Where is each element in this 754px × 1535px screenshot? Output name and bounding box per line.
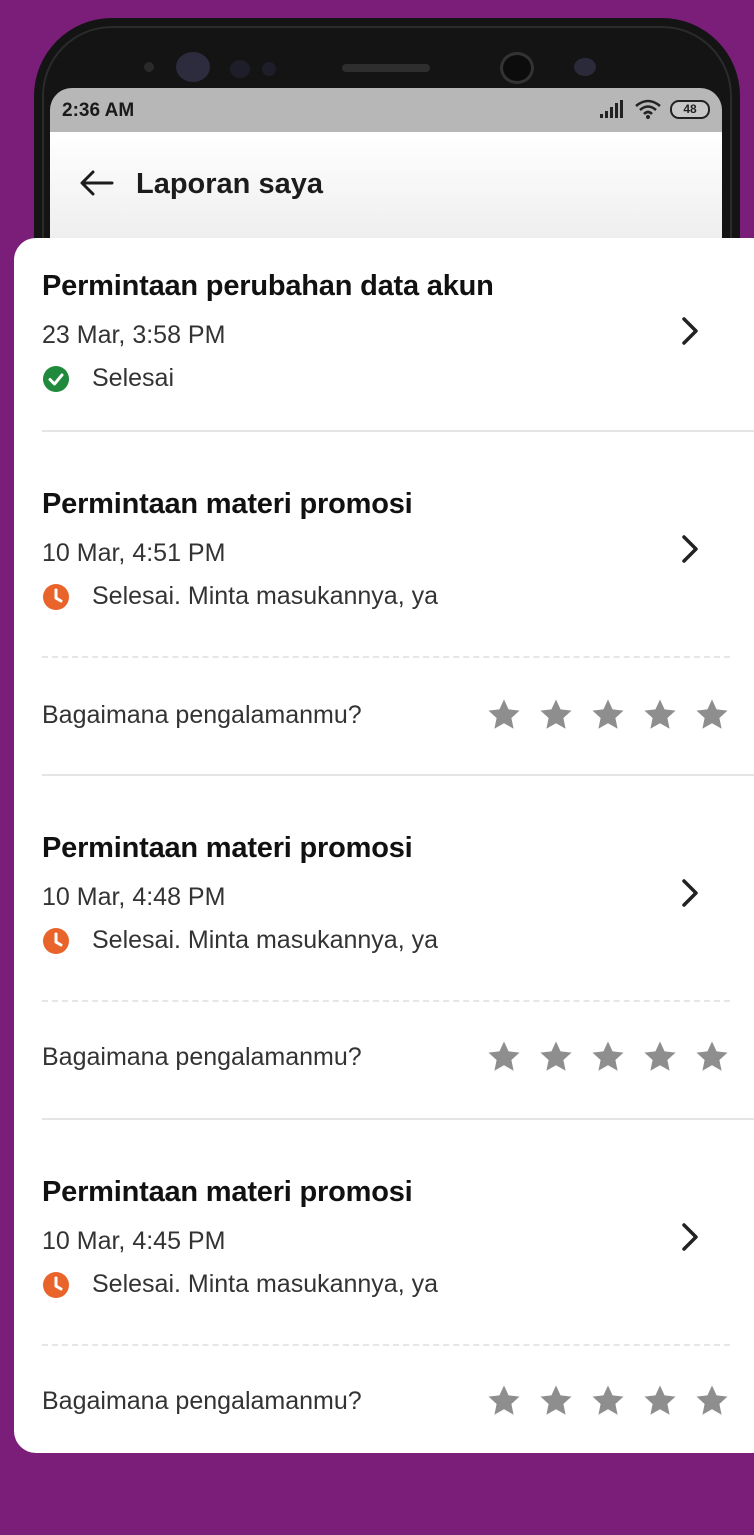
report-title: Permintaan materi promosi [42, 1176, 413, 1208]
star-icon[interactable] [538, 698, 574, 732]
status-text: Selesai. Minta masukannya, ya [92, 1270, 439, 1298]
star-icon[interactable] [642, 698, 678, 732]
status-time: 2:36 AM [62, 100, 135, 121]
chevron-right-icon[interactable] [680, 878, 700, 908]
star-icon[interactable] [642, 1040, 678, 1074]
rating-prompt: Bagaimana pengalamanmu? [42, 700, 362, 729]
battery-icon: 48 [670, 99, 710, 119]
report-date: 10 Mar, 4:45 PM [42, 1227, 226, 1255]
clock-icon [43, 927, 69, 954]
chevron-right-icon[interactable] [680, 534, 700, 564]
star-rating[interactable] [486, 1040, 730, 1074]
star-icon[interactable] [590, 1384, 626, 1418]
report-date: 10 Mar, 4:51 PM [42, 539, 226, 567]
star-icon[interactable] [590, 698, 626, 732]
report-status: Selesai [42, 364, 754, 393]
rating-prompt: Bagaimana pengalamanmu? [42, 1042, 362, 1071]
secondary-camera [500, 52, 534, 84]
star-rating[interactable] [486, 1384, 730, 1418]
wifi-icon [635, 99, 661, 119]
status-text: Selesai. Minta masukannya, ya [92, 926, 439, 954]
report-item[interactable]: Permintaan materi promosi 10 Mar, 4:45 P… [14, 1176, 754, 1299]
divider [42, 1118, 754, 1120]
sensor-dot [144, 62, 154, 72]
check-circle-icon [43, 365, 69, 392]
report-status: Selesai. Minta masukannya, ya [42, 582, 754, 611]
page-title: Laporan saya [136, 168, 323, 200]
report-title: Permintaan perubahan data akun [42, 270, 494, 302]
star-icon[interactable] [538, 1384, 574, 1418]
chevron-right-icon[interactable] [680, 316, 700, 346]
clock-icon [43, 583, 69, 610]
chevron-right-icon[interactable] [680, 1222, 700, 1252]
star-icon[interactable] [590, 1040, 626, 1074]
rating-row: Bagaimana pengalamanmu? [14, 690, 754, 740]
report-status: Selesai. Minta masukannya, ya [42, 926, 754, 955]
status-bar: 2:36 AM 48 [50, 88, 722, 132]
divider [42, 430, 754, 432]
sensor-dot [262, 62, 276, 76]
report-status: Selesai. Minta masukannya, ya [42, 1270, 754, 1299]
rating-prompt: Bagaimana pengalamanmu? [42, 1386, 362, 1415]
star-icon[interactable] [486, 1384, 522, 1418]
clock-icon [43, 1271, 69, 1298]
earpiece-speaker [342, 64, 430, 72]
star-icon[interactable] [694, 1040, 730, 1074]
report-item[interactable]: Permintaan perubahan data akun 23 Mar, 3… [14, 270, 754, 393]
divider [42, 1000, 730, 1002]
sensor-dot [230, 60, 250, 78]
star-icon[interactable] [694, 698, 730, 732]
rating-row: Bagaimana pengalamanmu? [14, 1376, 754, 1426]
reports-card: Permintaan perubahan data akun 23 Mar, 3… [14, 238, 754, 1453]
rating-row: Bagaimana pengalamanmu? [14, 1032, 754, 1082]
signal-icon [600, 100, 623, 118]
app-bar: Laporan saya [50, 132, 722, 240]
star-icon[interactable] [486, 698, 522, 732]
status-text: Selesai [92, 364, 174, 392]
front-camera [176, 52, 210, 82]
divider [42, 656, 730, 658]
star-icon[interactable] [694, 1384, 730, 1418]
divider [42, 1344, 730, 1346]
star-rating[interactable] [486, 698, 730, 732]
report-title: Permintaan materi promosi [42, 488, 413, 520]
divider [42, 774, 754, 776]
star-icon[interactable] [538, 1040, 574, 1074]
status-text: Selesai. Minta masukannya, ya [92, 582, 439, 610]
report-title: Permintaan materi promosi [42, 832, 413, 864]
report-date: 10 Mar, 4:48 PM [42, 883, 226, 911]
report-item[interactable]: Permintaan materi promosi 10 Mar, 4:48 P… [14, 832, 754, 955]
star-icon[interactable] [642, 1384, 678, 1418]
back-arrow-icon[interactable] [80, 170, 114, 196]
report-item[interactable]: Permintaan materi promosi 10 Mar, 4:51 P… [14, 488, 754, 611]
sensor-dot [574, 58, 596, 76]
status-icons: 48 [600, 98, 710, 120]
star-icon[interactable] [486, 1040, 522, 1074]
report-date: 23 Mar, 3:58 PM [42, 321, 226, 349]
